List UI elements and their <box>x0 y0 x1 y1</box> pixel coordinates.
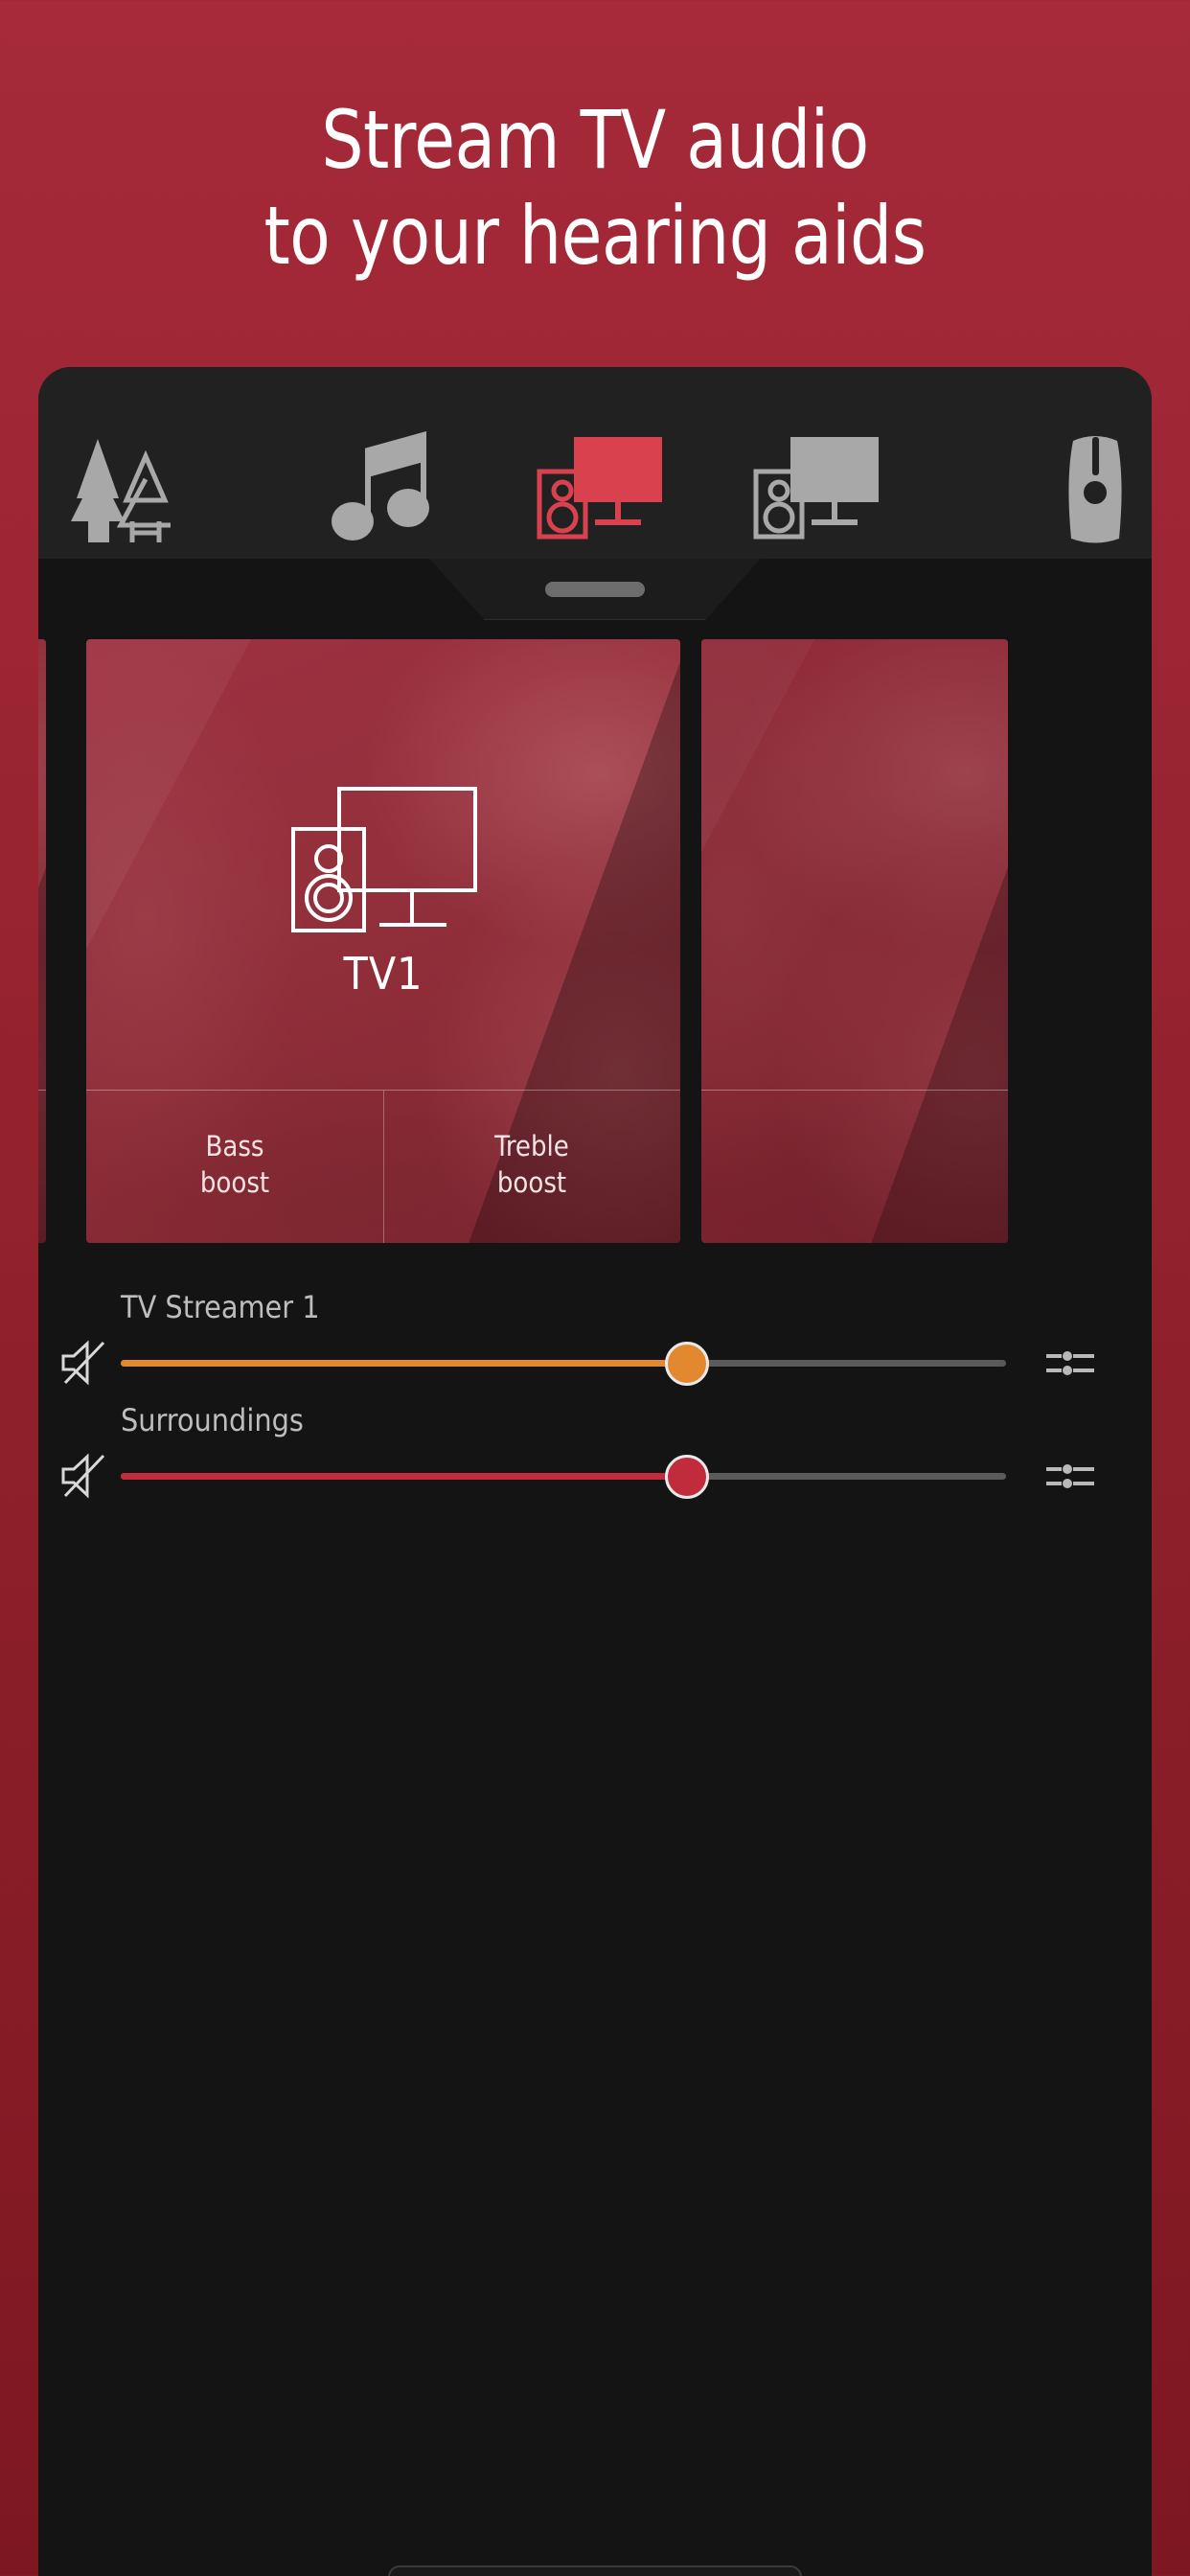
volume-slider-group: TV Streamer 1 Surroundings <box>38 1289 1152 1523</box>
music-program-icon <box>332 431 430 540</box>
headline-line-2: to your hearing aids <box>263 189 927 283</box>
slider-thumb-tv-streamer[interactable] <box>665 1341 710 1386</box>
slider-track-tv-streamer[interactable] <box>121 1341 1006 1386</box>
app-screen: TV1 Bass boost Treble boost TV Streamer … <box>38 559 1152 2576</box>
slider-label-surroundings: Surroundings <box>121 1402 304 1438</box>
slider-row-surroundings: Surroundings <box>38 1402 1152 1523</box>
phone-notch <box>429 559 761 620</box>
bass-boost-label-1: Bass <box>205 1130 264 1162</box>
tv-speaker-outline-icon <box>291 787 477 932</box>
carousel-card-active[interactable]: TV1 Bass boost Treble boost <box>86 639 680 1243</box>
carousel-card-previous[interactable] <box>38 639 46 1243</box>
carousel-card-next[interactable] <box>701 639 1008 1243</box>
treble-boost-button[interactable]: Treble boost <box>383 1128 680 1202</box>
treble-boost-label-1: Treble <box>494 1130 569 1162</box>
page-title: Stream TV audio to your hearing aids <box>48 100 1143 276</box>
program-icon-bar <box>38 367 1152 559</box>
card-title: TV1 <box>343 948 423 1000</box>
slider-fill-surroundings <box>121 1473 688 1480</box>
equalizer-icon[interactable] <box>1044 1346 1096 1379</box>
sidebar-item-remote[interactable] <box>922 425 1142 549</box>
headline-line-1: Stream TV audio <box>321 93 869 187</box>
bass-boost-button[interactable]: Bass boost <box>86 1128 383 1202</box>
phone-mockup: TV1 Bass boost Treble boost TV Streamer … <box>38 367 1152 2576</box>
equalizer-icon[interactable] <box>1044 1460 1096 1492</box>
speaker-mute-icon[interactable] <box>59 1452 109 1500</box>
sidebar-item-tv-streamer-active[interactable] <box>490 425 706 549</box>
sidebar-item-tv-streamer-alt[interactable] <box>706 425 923 549</box>
tv-streamer-alt-icon <box>753 437 879 540</box>
program-selector-panel[interactable] <box>388 2565 802 2576</box>
sidebar-item-nature[interactable] <box>48 425 274 549</box>
slider-row-tv-streamer: TV Streamer 1 <box>38 1289 1152 1410</box>
slider-label-tv-streamer: TV Streamer 1 <box>121 1289 320 1325</box>
streamer-carousel[interactable]: TV1 Bass boost Treble boost <box>38 639 1152 1243</box>
tv-streamer-icon <box>537 437 662 540</box>
slider-fill-tv-streamer <box>121 1360 688 1367</box>
nature-program-icon <box>71 439 171 542</box>
slider-track-surroundings[interactable] <box>121 1454 1006 1499</box>
remote-control-icon <box>1068 436 1122 543</box>
bass-boost-label-2: boost <box>199 1166 270 1200</box>
treble-boost-label-2: boost <box>496 1166 567 1200</box>
earpiece-speaker <box>545 582 645 597</box>
speaker-mute-icon[interactable] <box>59 1339 109 1387</box>
sidebar-item-music[interactable] <box>274 425 491 549</box>
slider-thumb-surroundings[interactable] <box>665 1454 710 1499</box>
